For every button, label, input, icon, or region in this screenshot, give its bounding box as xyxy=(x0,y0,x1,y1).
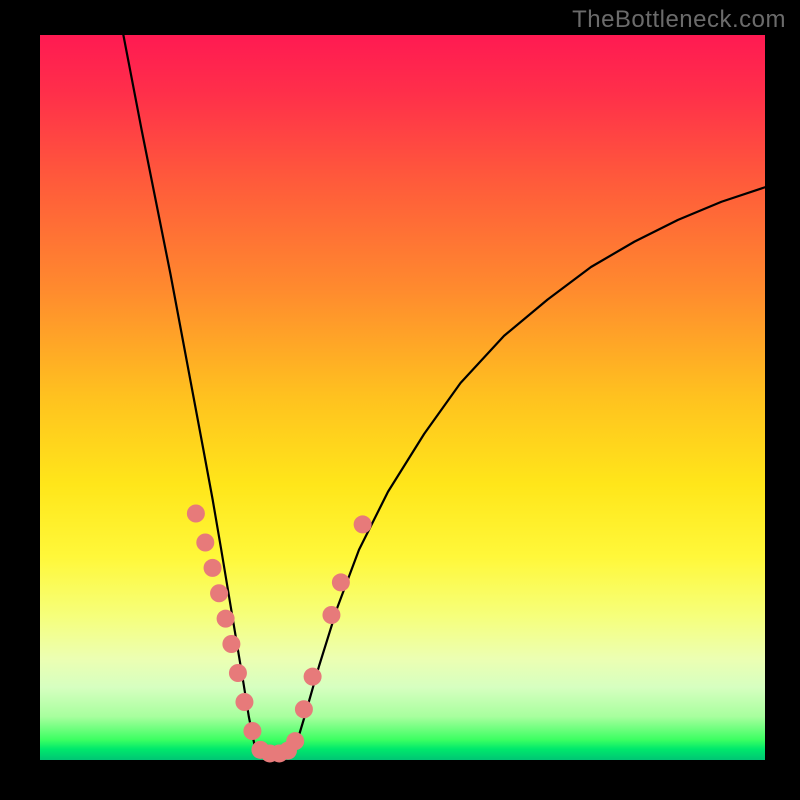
curve-marker-dot xyxy=(196,534,214,552)
curve-marker-dot xyxy=(295,700,313,718)
curve-marker-dot xyxy=(243,722,261,740)
curve-marker-dot xyxy=(304,668,322,686)
curve-marker-dot xyxy=(210,584,228,602)
watermark-text: TheBottleneck.com xyxy=(572,6,786,34)
curve-marker-dot xyxy=(235,693,253,711)
curve-marker-dot xyxy=(222,635,240,653)
curve-marker-dot xyxy=(187,505,205,523)
curve-marker-dot xyxy=(354,515,372,533)
curve-marker-dot xyxy=(217,610,235,628)
curve-marker-dot xyxy=(322,606,340,624)
curve-marker-dot xyxy=(229,664,247,682)
curve-marker-dot xyxy=(204,559,222,577)
chart-gradient-background xyxy=(40,35,765,760)
bottleneck-chart xyxy=(0,0,800,800)
curve-marker-dot xyxy=(332,573,350,591)
chart-container: TheBottleneck.com xyxy=(0,0,800,800)
curve-marker-dot xyxy=(286,732,304,750)
